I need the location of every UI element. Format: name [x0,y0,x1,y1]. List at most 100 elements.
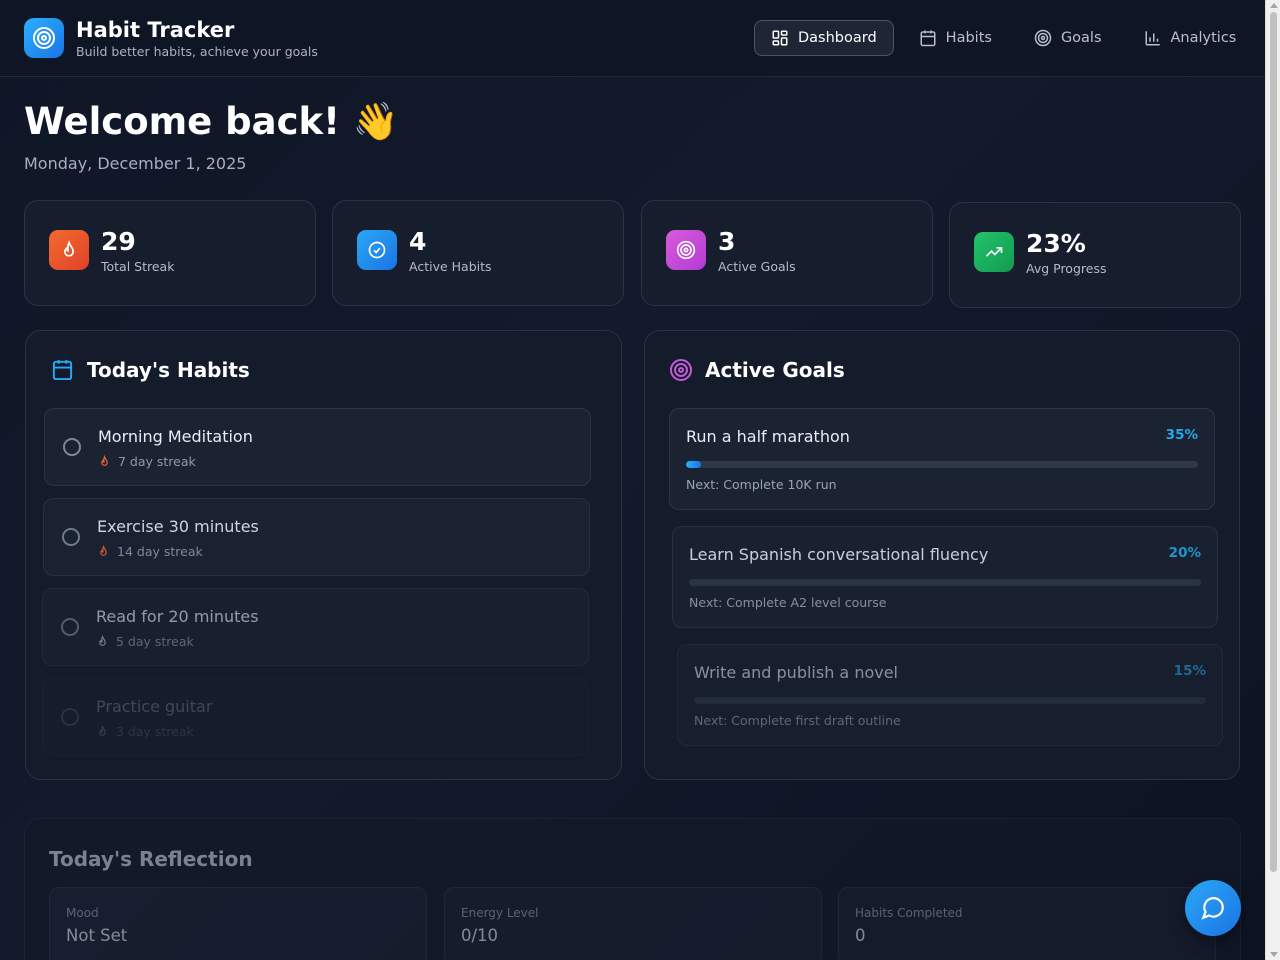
scrollbar-thumb[interactable] [1270,12,1277,872]
habit-name: Practice guitar [96,697,213,716]
habit-item[interactable]: Exercise 30 minutes 14 day streak [43,498,590,576]
stat-icon-box [357,230,397,270]
target-icon [33,27,55,49]
goal-item[interactable]: Run a half marathon 35% Next: Complete 1… [669,408,1215,510]
goal-progress-track [686,461,1198,468]
habit-item[interactable]: Morning Meditation 7 day streak [44,408,591,486]
energy-level-label: Energy Level [461,906,539,920]
flame-icon [99,725,106,736]
goal-item[interactable]: Learn Spanish conversational fluency 20%… [672,526,1218,628]
target-icon [1034,29,1052,47]
habit-streak: 3 day streak [96,724,194,739]
habit-name: Morning Meditation [98,427,253,446]
goal-next-step: Next: Complete 10K run [686,477,837,492]
mood-box[interactable]: Mood Not Set [49,887,427,960]
nav-analytics-label: Analytics [1170,30,1237,46]
welcome-heading: Welcome back! 👋 [24,100,399,143]
stat-icon-box [974,232,1014,272]
habit-streak: 14 day streak [97,544,203,559]
mood-label: Mood [66,906,99,920]
habit-streak-text: 3 day streak [116,724,194,739]
stat-value: 29 [101,227,136,256]
scroll-down-arrow-icon[interactable] [1270,952,1278,957]
habit-name: Read for 20 minutes [96,607,259,626]
goal-progress-track [689,579,1201,586]
stat-card-avg-progress: 23% Avg Progress [949,202,1241,308]
goal-item[interactable]: Write and publish a novel 15% Next: Comp… [677,644,1223,746]
flame-icon [63,240,75,257]
habit-item[interactable]: Practice guitar 3 day streak [42,678,589,756]
target-icon [670,359,692,381]
goal-percent: 35% [1165,427,1198,443]
goals-panel: Active Goals Run a half marathon 35% Nex… [644,330,1240,780]
dashboard-grid-icon [772,30,788,46]
nav-habits[interactable]: Habits [902,20,1009,56]
nav-dashboard[interactable]: Dashboard [754,20,894,56]
calendar-icon [52,359,73,381]
nav-goals[interactable]: Goals [1017,20,1119,56]
goal-percent: 15% [1173,663,1206,679]
app-header: Habit Tracker Build better habits, achie… [0,0,1265,77]
stat-value: 3 [718,227,736,256]
current-date: Monday, December 1, 2025 [24,154,247,173]
mood-value: Not Set [66,926,128,945]
page-scrollbar[interactable] [1265,0,1280,960]
goal-name: Run a half marathon [686,427,850,446]
energy-level-box[interactable]: Energy Level 0/10 [444,887,822,960]
habit-checkbox[interactable] [61,708,79,726]
habits-completed-value: 0 [855,926,866,945]
target-icon [676,240,696,260]
habits-completed-box: Habits Completed 0 [838,887,1216,960]
stat-value: 4 [409,227,427,256]
calendar-icon [920,30,936,47]
goal-name: Learn Spanish conversational fluency [689,545,989,564]
stat-card-active-habits: 4 Active Habits [332,200,624,306]
stat-label: Active Habits [409,259,492,274]
check-circle-icon [368,241,386,259]
flame-icon [100,545,107,556]
app-subtitle: Build better habits, achieve your goals [76,44,318,59]
app-logo[interactable] [24,18,64,58]
stat-value: 23% [1026,229,1086,258]
stat-label: Avg Progress [1026,261,1107,276]
chat-bubble-icon [1201,897,1224,920]
habit-checkbox[interactable] [61,618,79,636]
habits-panel-title: Today's Habits [87,358,250,382]
trending-up-icon [985,247,1003,257]
main-nav: Dashboard Habits Goals Analytics [754,20,1253,56]
habits-panel: Today's Habits Morning Meditation 7 day … [25,330,622,780]
stat-icon-box [49,230,89,270]
stat-card-total-streak: 29 Total Streak [24,200,316,306]
goal-progress-fill [686,461,702,468]
habit-streak-text: 7 day streak [118,454,196,469]
habit-streak-text: 14 day streak [117,544,203,559]
chat-button[interactable] [1185,880,1241,936]
energy-level-value: 0/10 [461,926,499,945]
stat-icon-box [666,230,706,270]
goal-progress-track [694,697,1206,704]
scroll-up-arrow-icon[interactable] [1270,3,1278,8]
nav-habits-label: Habits [945,30,992,46]
nav-goals-label: Goals [1060,30,1102,46]
habit-streak-text: 5 day streak [116,634,194,649]
habit-name: Exercise 30 minutes [97,517,259,536]
app-title: Habit Tracker [76,18,235,42]
habit-checkbox[interactable] [62,528,80,546]
nav-analytics[interactable]: Analytics [1127,20,1254,56]
stat-label: Active Goals [718,259,796,274]
habit-streak: 7 day streak [98,454,196,469]
goal-percent: 20% [1168,545,1201,561]
habit-streak: 5 day streak [96,634,194,649]
reflection-panel: Today's Reflection Mood Not Set Energy L… [24,818,1241,960]
goals-panel-title: Active Goals [705,358,845,382]
stat-label: Total Streak [101,259,175,274]
habit-item[interactable]: Read for 20 minutes 5 day streak [42,588,589,666]
stat-card-active-goals: 3 Active Goals [641,200,933,306]
goal-next-step: Next: Complete first draft outline [694,713,901,728]
nav-dashboard-label: Dashboard [798,30,877,46]
habit-checkbox[interactable] [63,438,81,456]
habits-completed-label: Habits Completed [855,906,963,920]
bar-chart-icon [1145,31,1160,46]
reflection-title: Today's Reflection [49,847,253,871]
goal-name: Write and publish a novel [694,663,898,682]
